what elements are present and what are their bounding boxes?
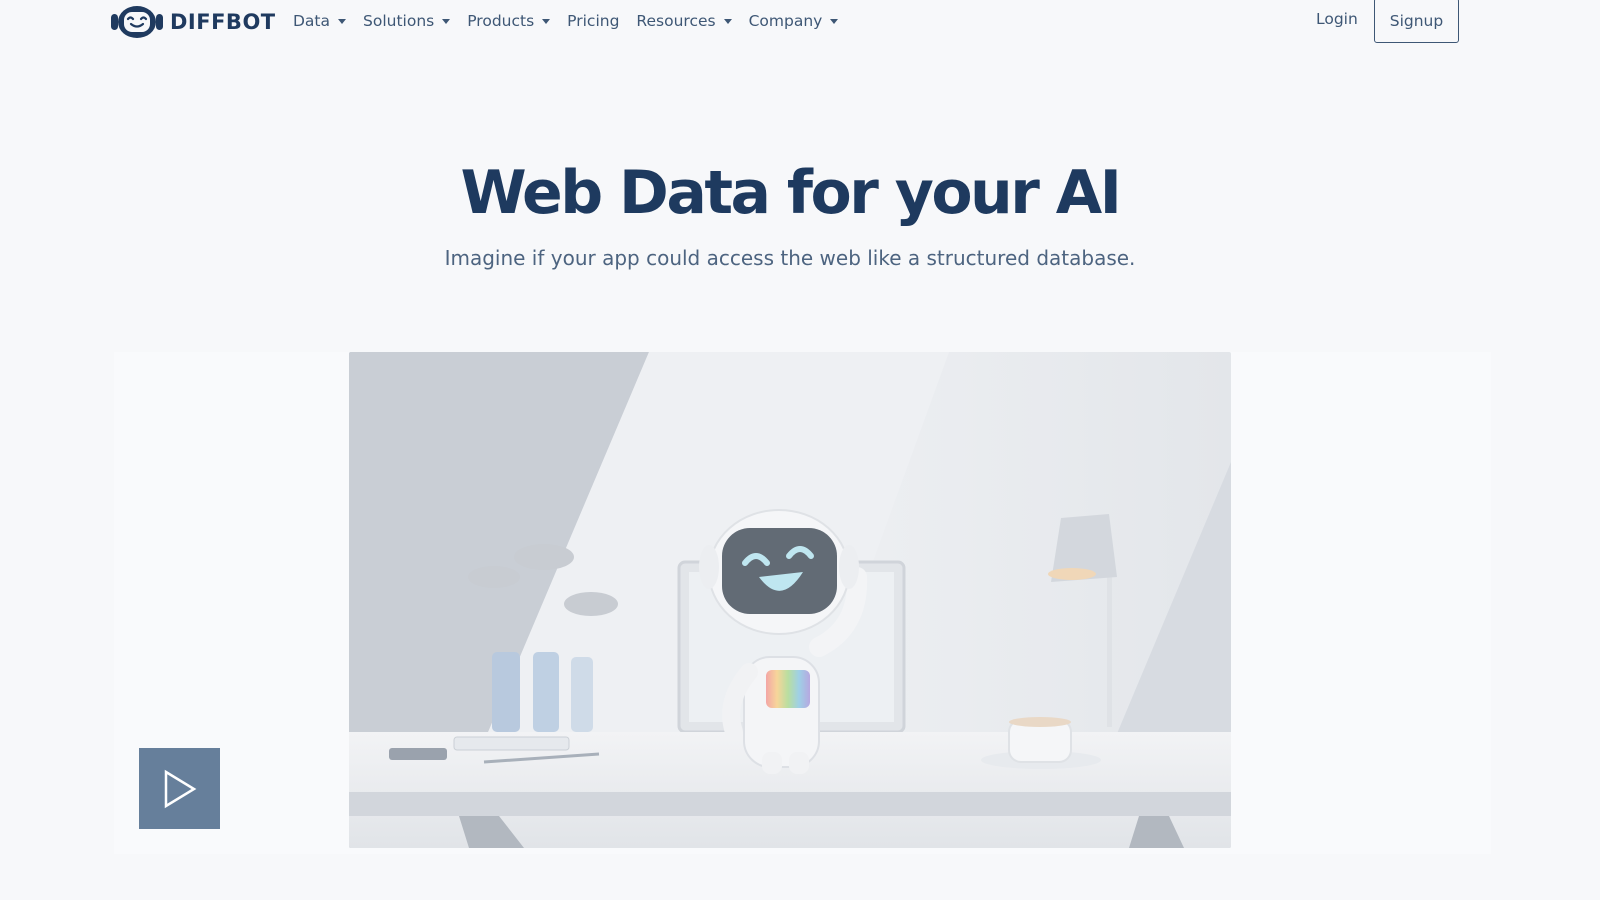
play-icon — [164, 769, 196, 808]
robot-at-desk-illustration — [349, 352, 1231, 848]
hero-subtitle: Imagine if your app could access the web… — [444, 246, 1136, 270]
nav-item-label: Data — [293, 12, 331, 30]
robot-head-icon — [111, 6, 163, 38]
nav-item-label: Products — [467, 12, 535, 30]
nav-item-company[interactable]: Company — [749, 12, 839, 30]
signup-button[interactable]: Signup — [1374, 0, 1459, 43]
top-navbar: DIFFBOT Data Solutions Products Pricing … — [0, 0, 1600, 44]
nav-item-pricing[interactable]: Pricing — [567, 12, 619, 30]
caret-down-icon — [723, 18, 732, 24]
video-section — [114, 352, 1491, 854]
hero-video[interactable] — [349, 352, 1231, 848]
brand-name: DIFFBOT — [170, 10, 276, 34]
brand-logo-link[interactable]: DIFFBOT — [110, 4, 276, 40]
caret-down-icon — [338, 18, 347, 24]
play-video-button[interactable] — [139, 748, 220, 829]
caret-down-icon — [830, 18, 839, 24]
main-nav-menu: Data Solutions Products Pricing Resource… — [293, 0, 855, 42]
hero-title: Web Data for your AI — [460, 158, 1122, 228]
nav-item-label: Solutions — [363, 12, 435, 30]
nav-item-label: Pricing — [567, 12, 620, 30]
nav-item-resources[interactable]: Resources — [636, 12, 732, 30]
nav-item-products[interactable]: Products — [467, 12, 551, 30]
caret-down-icon — [442, 18, 451, 24]
nav-item-data[interactable]: Data — [293, 12, 347, 30]
nav-item-solutions[interactable]: Solutions — [363, 12, 451, 30]
login-link[interactable]: Login — [1316, 10, 1358, 28]
nav-item-label: Company — [748, 12, 823, 30]
nav-item-label: Resources — [636, 12, 716, 30]
caret-down-icon — [542, 18, 551, 24]
